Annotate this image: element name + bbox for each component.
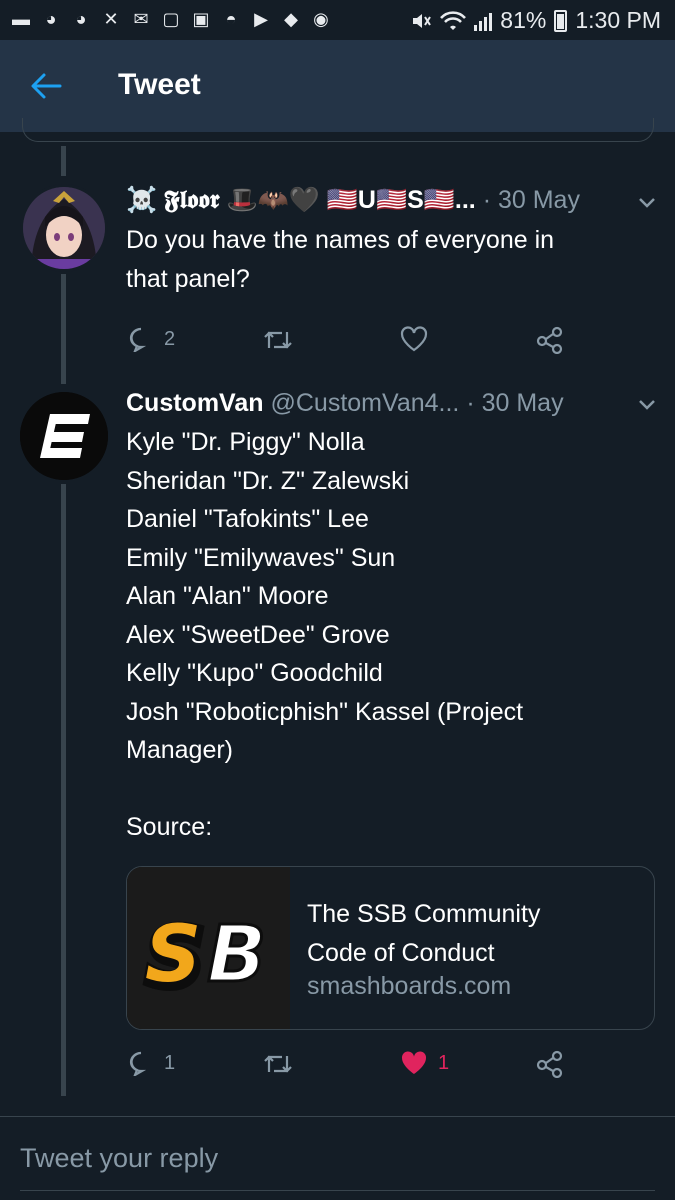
mail-icon: ✉ bbox=[133, 9, 149, 29]
shield-icon: ◆ bbox=[284, 9, 298, 29]
clock: 1:30 PM bbox=[575, 7, 661, 33]
spy-icon: ◓ bbox=[225, 9, 237, 29]
link-card-domain: smashboards.com bbox=[307, 972, 512, 1000]
tweet-text: Do you have the names of everyone in tha… bbox=[126, 221, 554, 298]
logo-letter-b: B bbox=[207, 910, 266, 1000]
image-icon: ▣ bbox=[192, 9, 210, 29]
tweet-text-line: Source: bbox=[126, 813, 213, 841]
mute-icon bbox=[413, 13, 432, 28]
heart-icon bbox=[400, 326, 428, 352]
reply-input-underline bbox=[20, 1190, 655, 1191]
display-name[interactable]: ☠️ 𝕱𝖑𝖔𝖔𝖗 🎩🦇🖤 🇺🇸U🇺🇸S🇺🇸... bbox=[126, 186, 476, 214]
reply-icon bbox=[129, 1051, 147, 1076]
reply-button[interactable]: 2 bbox=[128, 326, 175, 352]
reply-button[interactable]: 1 bbox=[128, 1050, 175, 1076]
wifi-icon bbox=[440, 10, 467, 30]
thread-line bbox=[61, 274, 66, 384]
tweet-text-line: Kyle "Dr. Piggy" Nolla bbox=[126, 428, 365, 456]
retweet-icon bbox=[264, 331, 292, 349]
tweet-text-line: Emily "Emilywaves" Sun bbox=[126, 543, 396, 572]
messenger-icon: ◉ bbox=[313, 9, 329, 29]
tweet-text-line: Josh "Roboticphish" Kassel (Project bbox=[126, 697, 524, 726]
thread-line bbox=[61, 484, 66, 1096]
thread-line bbox=[61, 146, 66, 176]
chevron-down-icon[interactable] bbox=[637, 398, 657, 412]
anime-avatar-image bbox=[23, 187, 105, 269]
game-icon: ◕ bbox=[75, 9, 87, 29]
reply-count: 2 bbox=[164, 327, 176, 350]
tweet-text-line: Alex "SweetDee" Grove bbox=[126, 620, 390, 649]
tools-icon: ✕ bbox=[103, 9, 119, 29]
chat-icon: ▬ bbox=[12, 9, 30, 29]
reply-count: 1 bbox=[164, 1051, 176, 1074]
handle[interactable]: @CustomVan4... bbox=[270, 389, 459, 417]
tweet-date: · 30 May bbox=[466, 389, 564, 417]
tweet-text-line bbox=[126, 770, 523, 809]
status-right: 81% 1:30 PM bbox=[410, 7, 661, 34]
back-arrow-icon[interactable] bbox=[28, 68, 64, 104]
display-name[interactable]: CustomVan bbox=[126, 389, 264, 417]
battery-icon bbox=[554, 9, 568, 32]
tweet-text-line: Kelly "Kupo" Goodchild bbox=[126, 659, 383, 687]
game-icon: ◕ bbox=[45, 9, 57, 29]
previous-tweet-edge bbox=[22, 118, 654, 142]
link-card-title[interactable]: The SSB Community Code of Conduct bbox=[307, 895, 637, 972]
like-button[interactable] bbox=[400, 326, 428, 352]
retweet-icon bbox=[264, 1055, 292, 1073]
tweet-text-line: Sheridan "Dr. Z" Zalewski bbox=[126, 466, 410, 495]
share-button[interactable] bbox=[536, 1050, 564, 1078]
tweet-author[interactable]: CustomVan @CustomVan4... · 30 May bbox=[126, 389, 564, 418]
like-button[interactable]: 1 bbox=[400, 1050, 449, 1076]
link-card-title-line: Code of Conduct bbox=[307, 938, 495, 967]
tweet-author[interactable]: ☠️ 𝕱𝖑𝖔𝖔𝖗 🎩🦇🖤 🇺🇸U🇺🇸S🇺🇸... · 30 May bbox=[126, 186, 580, 215]
customvan-logo-icon bbox=[20, 392, 108, 480]
avatar[interactable] bbox=[20, 184, 108, 272]
logo-text: S bbox=[145, 910, 201, 1000]
tweet-text-line: Daniel "Tafokints" Lee bbox=[126, 505, 369, 533]
link-card[interactable]: S S B The SSB Community Code of Conduct … bbox=[126, 866, 655, 1030]
status-bar: ▬ ◕ ◕ ✕ ✉ ▢ ▣ ◓ ▶ ◆ ◉ 81% 1:30 PM bbox=[0, 0, 675, 40]
composer-divider bbox=[0, 1116, 675, 1117]
signal-icon bbox=[474, 11, 493, 31]
heart-filled-icon bbox=[401, 1051, 427, 1074]
notification-icons: ▬ ◕ ◕ ✕ ✉ ▢ ▣ ◓ ▶ ◆ ◉ bbox=[10, 8, 332, 30]
retweet-button[interactable] bbox=[262, 328, 294, 352]
youtube-icon: ▶ bbox=[254, 9, 268, 29]
like-count: 1 bbox=[438, 1051, 450, 1074]
tweet-text-line: Alan "Alan" Moore bbox=[126, 582, 329, 610]
chat-icon: ▢ bbox=[162, 9, 180, 29]
link-card-title-line: The SSB Community bbox=[307, 900, 541, 928]
avatar[interactable] bbox=[20, 392, 108, 480]
retweet-button[interactable] bbox=[262, 1052, 294, 1076]
battery-percent: 81% bbox=[500, 7, 547, 33]
link-card-thumbnail: S S B bbox=[127, 867, 290, 1029]
smashboards-logo-icon: S S B bbox=[127, 867, 290, 1029]
reply-icon bbox=[129, 327, 147, 352]
tweet-text: Kyle "Dr. Piggy" Nolla Sheridan "Dr. Z" … bbox=[126, 423, 523, 847]
share-button[interactable] bbox=[536, 326, 564, 354]
tweet-text-line: that panel? bbox=[126, 264, 250, 293]
reply-input[interactable]: Tweet your reply bbox=[20, 1143, 218, 1174]
tweet-text-line: Do you have the names of everyone in bbox=[126, 226, 555, 254]
share-icon bbox=[536, 1050, 563, 1078]
tweet-text-line: Manager) bbox=[126, 736, 233, 764]
tweet-date: · 30 May bbox=[482, 186, 580, 214]
chevron-down-icon[interactable] bbox=[637, 196, 657, 210]
page-title: Tweet bbox=[118, 68, 201, 101]
share-icon bbox=[536, 326, 563, 354]
